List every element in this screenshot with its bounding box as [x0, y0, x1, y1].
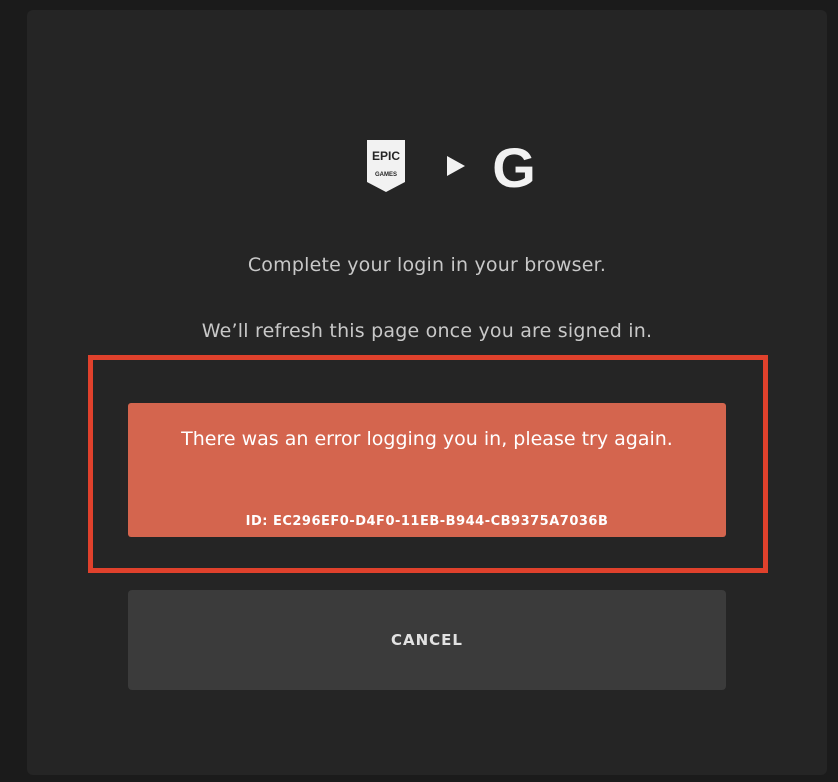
- epic-games-logo: EPIC GAMES: [367, 140, 405, 192]
- google-logo: G: [492, 140, 536, 194]
- arrow-right-icon: [447, 156, 465, 176]
- login-instruction: Complete your login in your browser.: [247, 254, 607, 276]
- google-logo-letter: G: [492, 140, 536, 194]
- error-message: There was an error logging you in, pleas…: [181, 428, 673, 450]
- epic-logo-subtext: GAMES: [375, 172, 397, 178]
- cancel-button[interactable]: CANCEL: [128, 590, 726, 690]
- refresh-notice: We’ll refresh this page once you are sig…: [201, 320, 653, 342]
- epic-logo-text: EPIC: [372, 149, 400, 163]
- error-banner: There was an error logging you in, pleas…: [128, 403, 726, 537]
- error-id: ID: EC296EF0-D4F0-11EB-B944-CB9375A7036B: [245, 514, 609, 529]
- logo-row: EPIC GAMES G: [365, 138, 545, 194]
